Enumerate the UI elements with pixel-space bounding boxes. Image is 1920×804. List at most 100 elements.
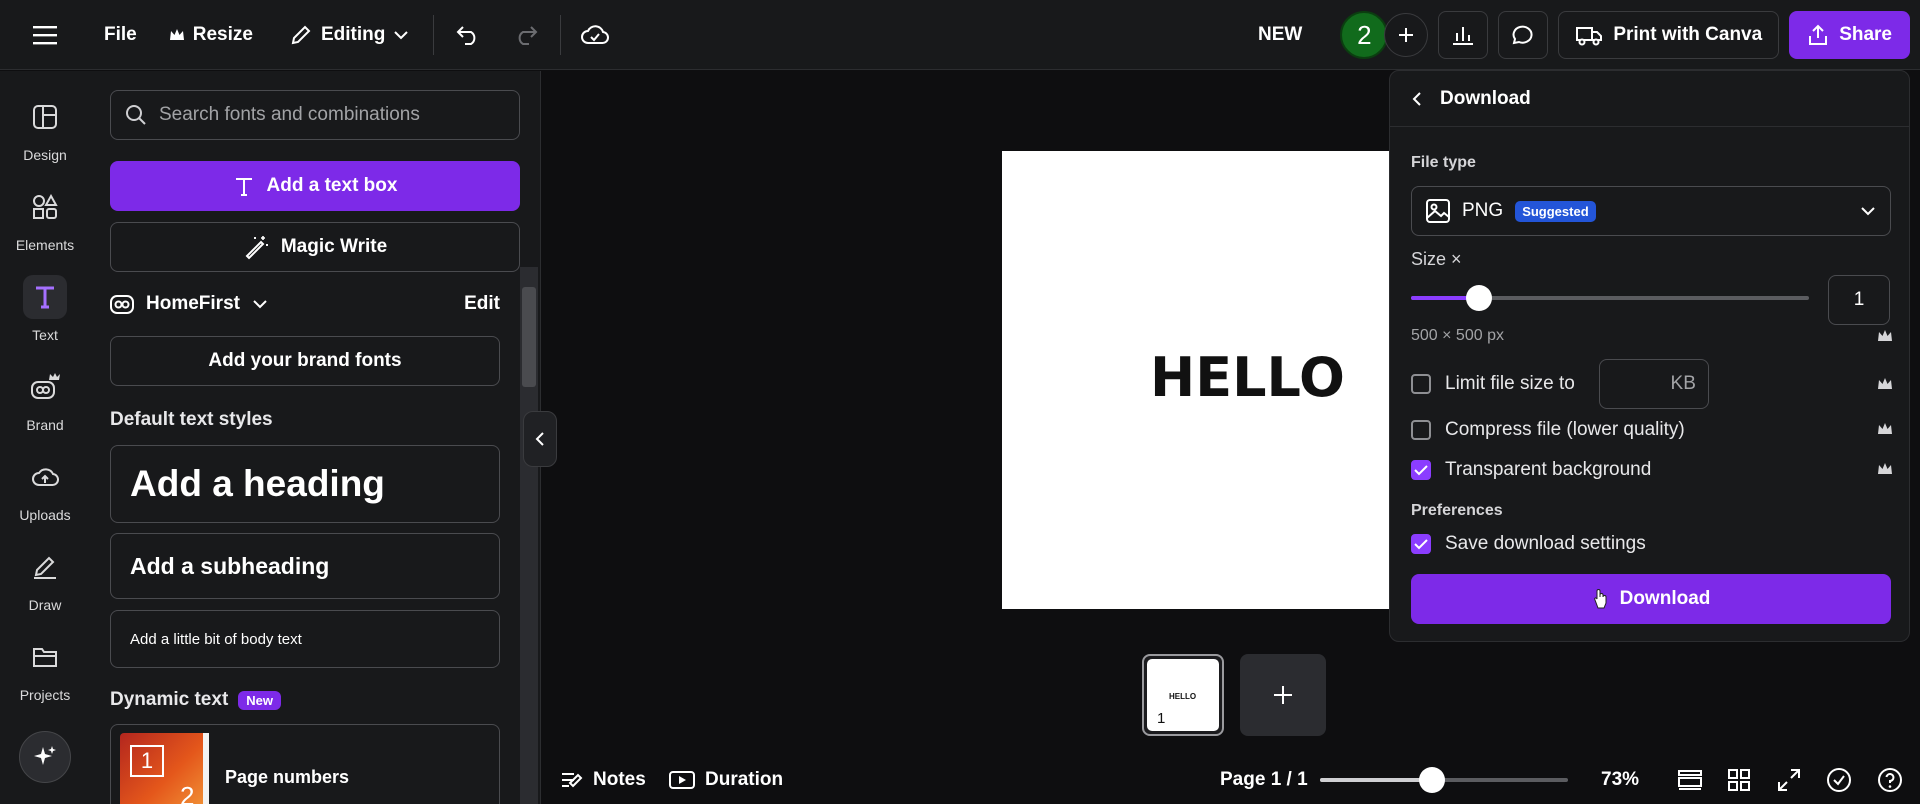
search-input[interactable]: Search fonts and combinations (110, 90, 520, 140)
resize-button[interactable]: Resize (155, 13, 267, 57)
grid-view-icon[interactable] (1728, 769, 1750, 791)
dynamic-text-title: Dynamic text New (110, 689, 282, 711)
rail-item-uploads[interactable]: Uploads (0, 455, 90, 523)
add-brand-fonts-button[interactable]: Add your brand fonts (110, 336, 500, 386)
comment-button[interactable] (1498, 11, 1549, 59)
rail-item-brand[interactable]: Brand (0, 365, 90, 433)
file-menu-button[interactable]: File (90, 13, 151, 57)
zoom-level[interactable]: 73% (1601, 769, 1639, 791)
page-thumbnail[interactable]: HELLO 1 (1142, 654, 1224, 736)
file-type-select[interactable]: PNG Suggested (1411, 186, 1891, 236)
file-type-label: File type (1411, 154, 1476, 171)
add-subheading-button[interactable]: Add a subheading (110, 533, 500, 599)
notes-icon (561, 771, 583, 789)
rail-item-design[interactable]: Design (0, 95, 90, 163)
page-numbers-button[interactable]: 1 2 Page numbers (110, 724, 500, 804)
undo-button[interactable] (444, 11, 492, 59)
magic-assistant-button[interactable] (19, 731, 71, 783)
save-settings-label: Save download settings (1445, 533, 1646, 554)
new-label[interactable]: NEW (1258, 24, 1302, 46)
share-button[interactable]: Share (1789, 11, 1910, 59)
size-input[interactable]: 1 (1828, 275, 1890, 325)
default-styles-label: Default text styles (110, 409, 273, 430)
menu-icon[interactable] (30, 11, 60, 59)
crown-icon (1877, 422, 1893, 436)
truck-icon (1575, 24, 1603, 46)
plus-icon (1399, 28, 1414, 42)
thumbnail-edge (203, 733, 209, 804)
limit-file-size-row: Limit file size to KB (1411, 359, 1709, 409)
collapse-panel-button[interactable] (523, 411, 557, 467)
file-type-value: PNG (1462, 200, 1504, 221)
add-body-text-button[interactable]: Add a little bit of body text (110, 610, 500, 668)
magic-write-button[interactable]: Magic Write (110, 222, 520, 272)
panel-scroll-thumb[interactable] (522, 287, 536, 387)
rail-label: Elements (15, 237, 75, 253)
duration-label: Duration (705, 769, 784, 790)
page-numbers-label: Page numbers (225, 767, 350, 787)
page-number-sample-1: 1 (140, 748, 154, 773)
insights-button[interactable] (1438, 11, 1489, 59)
add-page-button[interactable] (1240, 654, 1326, 736)
pencil-icon (289, 23, 313, 47)
chevron-down-icon[interactable] (252, 299, 268, 309)
rail-item-elements[interactable]: Elements (0, 185, 90, 253)
page-indicator[interactable]: Page 1 / 1 (1220, 769, 1308, 791)
notes-button[interactable]: Notes (561, 769, 646, 791)
limit-file-size-label: Limit file size to (1445, 373, 1575, 394)
brand-kit-name[interactable]: HomeFirst (146, 293, 240, 315)
page-numbers-thumbnail: 1 2 (120, 733, 209, 804)
rail-item-draw[interactable]: Draw (0, 545, 90, 613)
edit-brand-button[interactable]: Edit (464, 293, 500, 315)
crown-icon (1877, 462, 1893, 476)
cloud-saved-icon[interactable] (571, 11, 619, 59)
brand-kit-icon (110, 293, 134, 315)
size-slider-handle[interactable] (1465, 285, 1492, 311)
limit-file-size-checkbox[interactable] (1411, 374, 1431, 394)
check-circle-icon[interactable] (1826, 767, 1852, 793)
chevron-down-icon (1860, 206, 1876, 216)
download-button[interactable]: Download (1411, 574, 1891, 624)
rail-label: Text (32, 327, 58, 343)
print-label: Print with Canva (1613, 24, 1763, 45)
rail-item-text[interactable]: Text (0, 275, 90, 343)
transparent-bg-checkbox[interactable] (1411, 460, 1431, 480)
fullscreen-icon[interactable] (1778, 769, 1800, 791)
add-text-box-button[interactable]: Add a text box (110, 161, 520, 211)
zoom-slider[interactable] (1320, 767, 1568, 793)
editing-mode-button[interactable]: Editing (275, 13, 423, 57)
notes-label: Notes (593, 769, 646, 790)
top-bar: File Resize Editing NEW 2 Print with Can… (0, 0, 1920, 70)
brand-kit-row: HomeFirst Edit (110, 284, 500, 324)
zoom-slider-fill (1320, 778, 1432, 782)
zoom-slider-handle[interactable] (1418, 767, 1445, 793)
editing-label: Editing (320, 23, 386, 45)
page-thumbnail-canvas: HELLO 1 (1147, 659, 1219, 731)
text-icon (23, 275, 67, 319)
bottom-bar: Notes Duration Page 1 / 1 73% (541, 756, 1920, 804)
suggested-badge: Suggested (1515, 200, 1596, 222)
download-header: Download (1390, 71, 1909, 127)
kb-unit: KB (1670, 373, 1696, 394)
rail-item-projects[interactable]: Projects (0, 635, 90, 703)
avatar[interactable]: 2 (1340, 11, 1389, 59)
default-styles-title: Default text styles (110, 409, 273, 431)
help-icon[interactable] (1877, 767, 1903, 793)
compress-checkbox[interactable] (1411, 420, 1431, 440)
uploads-icon (23, 455, 67, 499)
transparent-bg-row: Transparent background (1411, 459, 1651, 481)
size-slider[interactable] (1411, 285, 1809, 311)
magic-wand-icon (243, 234, 269, 260)
back-icon[interactable] (1412, 91, 1422, 107)
heading-label: Add a heading (130, 463, 385, 504)
duration-button[interactable]: Duration (669, 769, 783, 791)
save-settings-checkbox[interactable] (1411, 534, 1431, 554)
redo-button[interactable] (502, 11, 550, 59)
add-collaborator-button[interactable] (1384, 13, 1429, 57)
pages-view-icon[interactable] (1678, 770, 1702, 790)
file-size-input[interactable]: KB (1598, 359, 1709, 409)
add-heading-button[interactable]: Add a heading (110, 445, 500, 523)
canvas-text[interactable]: HELLO (1150, 346, 1345, 409)
transparent-bg-label: Transparent background (1445, 459, 1652, 480)
print-with-canva-button[interactable]: Print with Canva (1558, 11, 1780, 59)
